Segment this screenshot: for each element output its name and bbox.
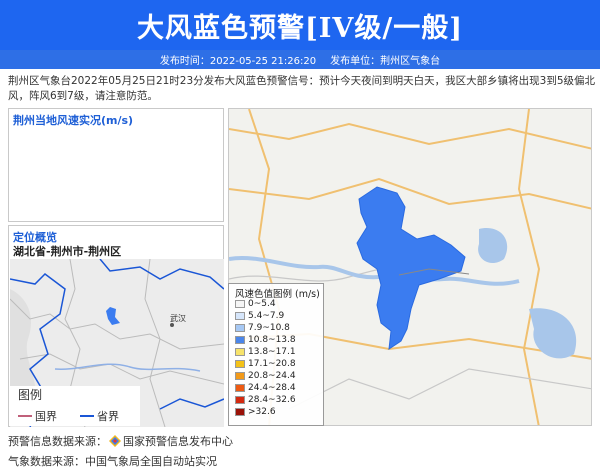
wind-color-legend: 风速色值图例 (m/s) 0~5.4 5.4~7.9 7.9~10.8 10.8…: [228, 283, 324, 426]
wind-legend-item: >32.6: [235, 407, 276, 417]
wind-legend-item: 24.4~28.4: [235, 383, 296, 393]
overview-legend-title: 图例: [18, 388, 43, 402]
wind-legend-item: 0~5.4: [235, 299, 276, 309]
warning-title: 大风蓝色预警[IV级/一般]: [137, 13, 463, 44]
warning-description: 荆州区气象台2022年05月25日21时23分发布大风蓝色预警信号：预计今天夜间…: [8, 75, 596, 102]
wind-legend-item: 7.9~10.8: [235, 323, 290, 333]
warning-center-link[interactable]: 国家预警信息发布中心: [123, 433, 233, 449]
publish-info-bar: 发布时间：2022-05-25 21:26:20 发布单位：荆州区气象台: [0, 50, 600, 69]
footer-source-warning: 预警信息数据来源： 国家预警信息发布中心: [8, 433, 233, 449]
publish-time: 发布时间：2022-05-25 21:26:20: [159, 56, 317, 67]
wind-legend-item: 17.1~20.8: [235, 359, 296, 369]
footer-source-weather: 气象数据来源： 中国气象局全国自动站实况: [8, 455, 217, 468]
wind-legend-item: 13.8~17.1: [235, 347, 296, 357]
legend-item-shengjie: 省界: [80, 408, 119, 424]
overview-legend: 图例 国界 省界: [10, 386, 140, 426]
wind-legend-item: 10.8~13.8: [235, 335, 296, 345]
wuhan-label: 武汉: [170, 313, 186, 323]
province-line-icon: [80, 415, 94, 417]
wind-legend-item: 5.4~7.9: [235, 311, 284, 321]
wind-legend-item: 28.4~32.6: [235, 395, 296, 405]
header-banner: 大风蓝色预警[IV级/一般]: [0, 0, 600, 50]
legend-item-guojie: 国界: [18, 408, 57, 424]
warning-center-logo-icon: [109, 435, 121, 447]
wind-legend-item: 20.8~24.4: [235, 371, 296, 381]
wind-panel-title: 荆州当地风速实况(m/s): [13, 114, 134, 127]
location-region: 湖北省-荆州市-荆州区: [13, 245, 122, 258]
publish-unit: 发布单位：荆州区气象台: [330, 56, 441, 67]
wind-legend-title: 风速色值图例 (m/s): [235, 289, 320, 300]
wind-speed-panel: 荆州当地风速实况(m/s): [8, 108, 224, 222]
border-line-icon: [18, 415, 32, 417]
